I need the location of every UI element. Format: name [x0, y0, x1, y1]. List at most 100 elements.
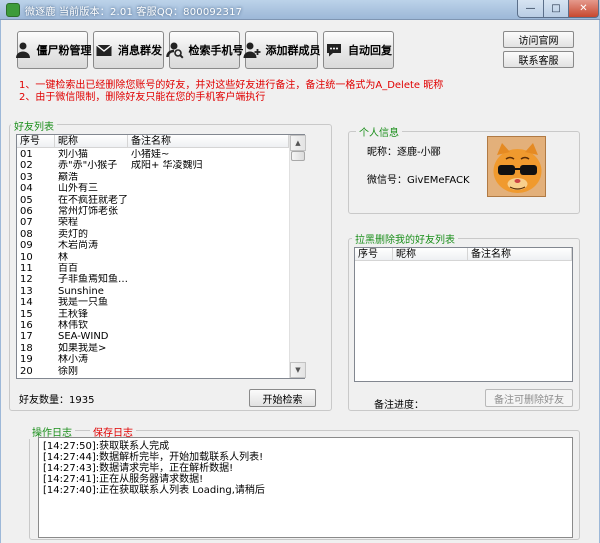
row-index: 18	[20, 342, 33, 354]
nickname-label: 昵称：	[367, 147, 397, 158]
row-nickname: 山外有三	[58, 183, 98, 195]
scroll-down-button[interactable]: ▼	[290, 362, 306, 378]
row-nickname: 巅浩	[58, 171, 78, 183]
table-row[interactable]: 18 如果我是>	[17, 343, 289, 355]
envelope-icon	[95, 41, 113, 59]
row-remark	[128, 240, 289, 252]
scroll-thumb[interactable]	[291, 151, 305, 161]
minimize-button[interactable]: —	[517, 0, 544, 18]
zombie-fans-label: 僵尸粉管理	[36, 44, 92, 57]
log-textarea[interactable]: [14:27:50]:获取联系人完成 [14:27:44]:数据解析完毕，开始加载…	[38, 437, 573, 538]
column-header-index[interactable]: 序号	[17, 135, 55, 147]
start-search-button[interactable]: 开始检索	[249, 389, 316, 407]
row-nickname: 常州灯饰老张	[58, 206, 118, 217]
row-index: 05	[20, 194, 33, 206]
row-nickname: 百百	[58, 263, 78, 274]
close-button[interactable]: ✕	[568, 0, 599, 18]
search-user-icon	[165, 41, 184, 59]
table-row[interactable]: 19 林小涛	[17, 354, 289, 366]
row-nickname: 木岩尚涛	[58, 240, 98, 252]
profile-wechat-id: 微信号：GivEMeFACK	[367, 171, 470, 186]
table-row[interactable]: 05 在不疯狂就老了	[17, 195, 289, 207]
row-remark: 成阳+ 华凌魏归	[131, 160, 203, 172]
mass-message-button[interactable]: 消息群发	[93, 31, 164, 69]
add-user-icon	[243, 41, 261, 59]
row-nickname: SEA-WIND	[58, 331, 109, 343]
row-remark	[128, 183, 289, 195]
maximize-button[interactable]: □	[543, 0, 569, 18]
blocked-friends-listview[interactable]: 序号 昵称 备注名称	[354, 247, 573, 382]
table-row[interactable]: 01 刘小猫 小猪娃~	[17, 149, 289, 161]
table-row[interactable]: 08 卖灯的	[17, 229, 289, 241]
log-line: [14:27:43]:数据请求完毕，正在解析数据!	[43, 463, 234, 474]
row-remark	[128, 252, 289, 264]
row-remark: 小猪娃~	[131, 149, 170, 160]
profile-group-title: 个人信息	[356, 124, 402, 139]
table-row[interactable]: 14 我是一只鱼	[17, 297, 289, 309]
row-nickname: 我是一只鱼	[58, 297, 108, 309]
table-row[interactable]: 11 百百	[17, 263, 289, 275]
table-row[interactable]: 03 巅浩	[17, 172, 289, 184]
table-row[interactable]: 17 SEA-WIND	[17, 331, 289, 343]
row-index: 13	[20, 285, 33, 297]
friend-count-label: 好友数量：	[19, 395, 69, 406]
row-remark	[128, 320, 289, 332]
table-row[interactable]: 10 林	[17, 252, 289, 264]
title-bar[interactable]: 微逐鹿 当前版本：2.01 客服QQ：800092317 — □ ✕	[0, 0, 600, 20]
row-nickname: 刘小猫	[58, 149, 88, 160]
garfield-sunglasses-icon	[488, 137, 545, 196]
table-row[interactable]: 04 山外有三	[17, 183, 289, 195]
zombie-fans-button[interactable]: 僵尸粉管理	[15, 31, 92, 69]
row-index: 17	[20, 331, 33, 343]
table-row[interactable]: 15 王秋锋	[17, 309, 289, 321]
search-phone-button[interactable]: 检索手机号	[165, 31, 244, 69]
friend-count-value: 1935	[69, 395, 95, 406]
table-row[interactable]: 13 Sunshine	[17, 286, 289, 298]
table-row[interactable]: 07 荣程	[17, 217, 289, 229]
contact-support-button[interactable]: 联系客服	[503, 51, 574, 68]
column-header-remark[interactable]: 备注名称	[128, 135, 289, 147]
table-row[interactable]: 20 徐刚	[17, 366, 289, 378]
table-row[interactable]: 16 林伟钦	[17, 320, 289, 332]
column-header-index[interactable]: 序号	[355, 248, 393, 260]
log-line: [14:27:50]:获取联系人完成	[43, 441, 170, 452]
friends-listview[interactable]: 序号 昵称 备注名称 01 刘小猫 小猪娃~ 02 赤"赤"小猴子 成阳+ 华凌魏归 03 巅…	[16, 134, 306, 379]
table-row[interactable]: 02 赤"赤"小猴子 成阳+ 华凌魏归	[17, 160, 289, 172]
row-remark	[128, 309, 289, 321]
blocked-list-header: 序号 昵称 备注名称	[355, 248, 572, 261]
row-index: 20	[20, 365, 33, 377]
row-nickname: 如果我是>	[58, 342, 107, 354]
column-header-nickname[interactable]: 昵称	[393, 248, 468, 260]
row-remark	[128, 286, 289, 298]
remark-deletable-button[interactable]: 备注可删除好友	[485, 389, 573, 407]
column-header-remark[interactable]: 备注名称	[468, 248, 572, 260]
row-index: 04	[20, 183, 33, 195]
auto-reply-button[interactable]: 自动回复	[323, 31, 394, 69]
visit-website-button[interactable]: 访问官网	[503, 31, 574, 48]
column-header-nickname[interactable]: 昵称	[55, 135, 128, 147]
scroll-up-button[interactable]: ▲	[290, 135, 306, 151]
table-row[interactable]: 06 常州灯饰老张	[17, 206, 289, 218]
table-row[interactable]: 12 子非鱼焉知鱼…	[17, 274, 289, 286]
row-nickname: 林小涛	[58, 354, 88, 366]
row-index: 09	[20, 240, 33, 252]
wechat-id-label: 微信号：	[367, 175, 407, 186]
avatar	[487, 136, 546, 197]
remark-progress-label: 备注进度：	[374, 400, 424, 411]
profile-nickname: 昵称：逐鹿-小郦	[367, 143, 441, 158]
log-line: [14:27:41]:正在从服务器请求数据!	[43, 474, 204, 485]
row-index: 11	[20, 263, 33, 274]
row-index: 19	[20, 354, 33, 366]
row-remark	[128, 331, 289, 343]
row-remark	[128, 354, 289, 366]
table-row[interactable]: 09 木岩尚涛	[17, 240, 289, 252]
row-nickname: 徐刚	[58, 365, 78, 377]
row-nickname: 林	[58, 251, 68, 263]
row-index: 10	[20, 251, 33, 263]
friends-scrollbar[interactable]: ▲ ▼	[289, 135, 306, 378]
add-members-button[interactable]: 添加群成员	[243, 31, 321, 69]
wechat-id-value: GivEMeFACK	[407, 175, 470, 186]
row-nickname: 荣程	[58, 217, 78, 229]
friend-count: 好友数量：1935	[19, 391, 94, 406]
add-members-label: 添加群成员	[265, 44, 321, 57]
